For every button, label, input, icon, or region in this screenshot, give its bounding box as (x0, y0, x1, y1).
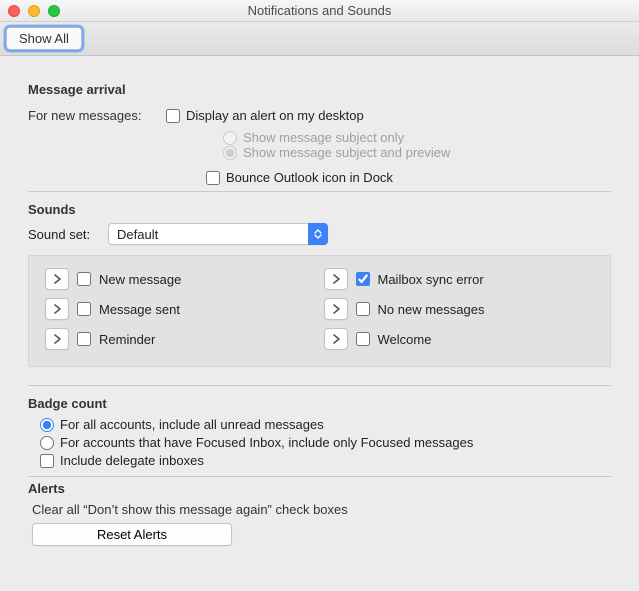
sound-label: Mailbox sync error (378, 272, 484, 287)
clear-alerts-text: Clear all “Don’t show this message again… (32, 502, 611, 517)
sound-checkbox[interactable] (356, 302, 370, 316)
sound-label: No new messages (378, 302, 485, 317)
sound-set-select[interactable]: Default (108, 223, 328, 245)
chevron-right-icon (332, 304, 340, 314)
reset-alerts-button[interactable]: Reset Alerts (32, 523, 232, 546)
titlebar: Notifications and Sounds (0, 0, 639, 22)
sound-checkbox[interactable] (77, 302, 91, 316)
chevron-right-icon (53, 304, 61, 314)
close-icon[interactable] (8, 5, 20, 17)
toolbar: Show All (0, 22, 639, 56)
for-new-messages-label: For new messages: (28, 108, 166, 123)
play-button[interactable] (45, 328, 69, 350)
window-controls (8, 5, 60, 17)
subject-preview-label: Show message subject and preview (243, 145, 450, 160)
sound-grid: New message Mailbox sync error Message s… (28, 255, 611, 367)
include-delegate-checkbox[interactable] (40, 454, 54, 468)
minimize-icon[interactable] (28, 5, 40, 17)
sound-label: New message (99, 272, 181, 287)
play-button[interactable] (324, 268, 348, 290)
badge-focused-only-label: For accounts that have Focused Inbox, in… (60, 435, 473, 450)
display-alert-label: Display an alert on my desktop (186, 108, 364, 123)
separator (28, 191, 611, 192)
sound-set-value: Default (117, 227, 158, 242)
display-alert-checkbox[interactable] (166, 109, 180, 123)
sound-checkbox[interactable] (77, 272, 91, 286)
sound-checkbox[interactable] (356, 272, 370, 286)
sound-checkbox[interactable] (77, 332, 91, 346)
chevron-right-icon (53, 334, 61, 344)
sound-item-new-message: New message (45, 268, 316, 290)
play-button[interactable] (45, 268, 69, 290)
play-button[interactable] (45, 298, 69, 320)
badge-all-unread-label: For all accounts, include all unread mes… (60, 417, 324, 432)
sound-checkbox[interactable] (356, 332, 370, 346)
bounce-dock-checkbox[interactable] (206, 171, 220, 185)
chevron-up-down-icon (308, 223, 328, 245)
content: Message arrival For new messages: Displa… (0, 56, 639, 558)
sound-item-welcome: Welcome (324, 328, 595, 350)
include-delegate-label: Include delegate inboxes (60, 453, 204, 468)
sound-label: Welcome (378, 332, 432, 347)
section-title-badge-count: Badge count (28, 396, 611, 411)
sound-label: Reminder (99, 332, 155, 347)
subject-preview-radio (223, 146, 237, 160)
section-title-message-arrival: Message arrival (28, 82, 611, 97)
subject-only-label: Show message subject only (243, 130, 404, 145)
chevron-right-icon (332, 274, 340, 284)
badge-all-unread-radio[interactable] (40, 418, 54, 432)
window-title: Notifications and Sounds (248, 3, 392, 18)
badge-focused-only-radio[interactable] (40, 436, 54, 450)
sound-item-no-new-messages: No new messages (324, 298, 595, 320)
sound-item-mailbox-sync-error: Mailbox sync error (324, 268, 595, 290)
section-title-alerts: Alerts (28, 481, 611, 496)
play-button[interactable] (324, 298, 348, 320)
section-title-sounds: Sounds (28, 202, 611, 217)
zoom-icon[interactable] (48, 5, 60, 17)
chevron-right-icon (53, 274, 61, 284)
separator (28, 476, 611, 477)
separator (28, 385, 611, 386)
bounce-dock-label: Bounce Outlook icon in Dock (226, 170, 393, 185)
show-all-button[interactable]: Show All (6, 27, 82, 50)
sound-item-reminder: Reminder (45, 328, 316, 350)
sound-item-message-sent: Message sent (45, 298, 316, 320)
subject-only-radio (223, 131, 237, 145)
play-button[interactable] (324, 328, 348, 350)
sound-label: Message sent (99, 302, 180, 317)
sound-set-label: Sound set: (28, 227, 108, 242)
chevron-right-icon (332, 334, 340, 344)
